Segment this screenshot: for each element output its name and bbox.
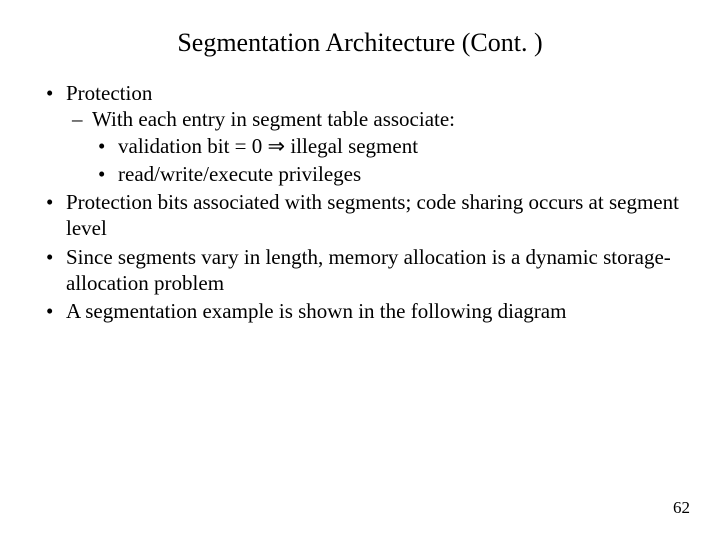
bullet-text: Since segments vary in length, memory al… [66, 245, 671, 295]
bullet-list: Protection With each entry in segment ta… [40, 80, 680, 324]
page-number: 62 [673, 498, 690, 518]
bullet-text: read/write/execute privileges [118, 162, 361, 186]
list-item: With each entry in segment table associa… [66, 106, 680, 187]
bullet-text: Protection [66, 81, 152, 105]
list-item: validation bit = 0 ⇒ illegal segment [92, 133, 680, 159]
slide-title: Segmentation Architecture (Cont. ) [0, 0, 720, 68]
bullet-text: Protection bits associated with segments… [66, 190, 679, 240]
bullet-list: With each entry in segment table associa… [66, 106, 680, 187]
list-item: read/write/execute privileges [92, 161, 680, 187]
bullet-list: validation bit = 0 ⇒ illegal segment rea… [92, 133, 680, 188]
slide-body: Protection With each entry in segment ta… [0, 68, 720, 324]
bullet-text: validation bit = 0 ⇒ illegal segment [118, 134, 418, 158]
list-item: Protection bits associated with segments… [40, 189, 680, 242]
list-item: A segmentation example is shown in the f… [40, 298, 680, 324]
list-item: Since segments vary in length, memory al… [40, 244, 680, 297]
list-item: Protection With each entry in segment ta… [40, 80, 680, 187]
bullet-text: A segmentation example is shown in the f… [66, 299, 566, 323]
slide: Segmentation Architecture (Cont. ) Prote… [0, 0, 720, 540]
bullet-text: With each entry in segment table associa… [92, 107, 455, 131]
